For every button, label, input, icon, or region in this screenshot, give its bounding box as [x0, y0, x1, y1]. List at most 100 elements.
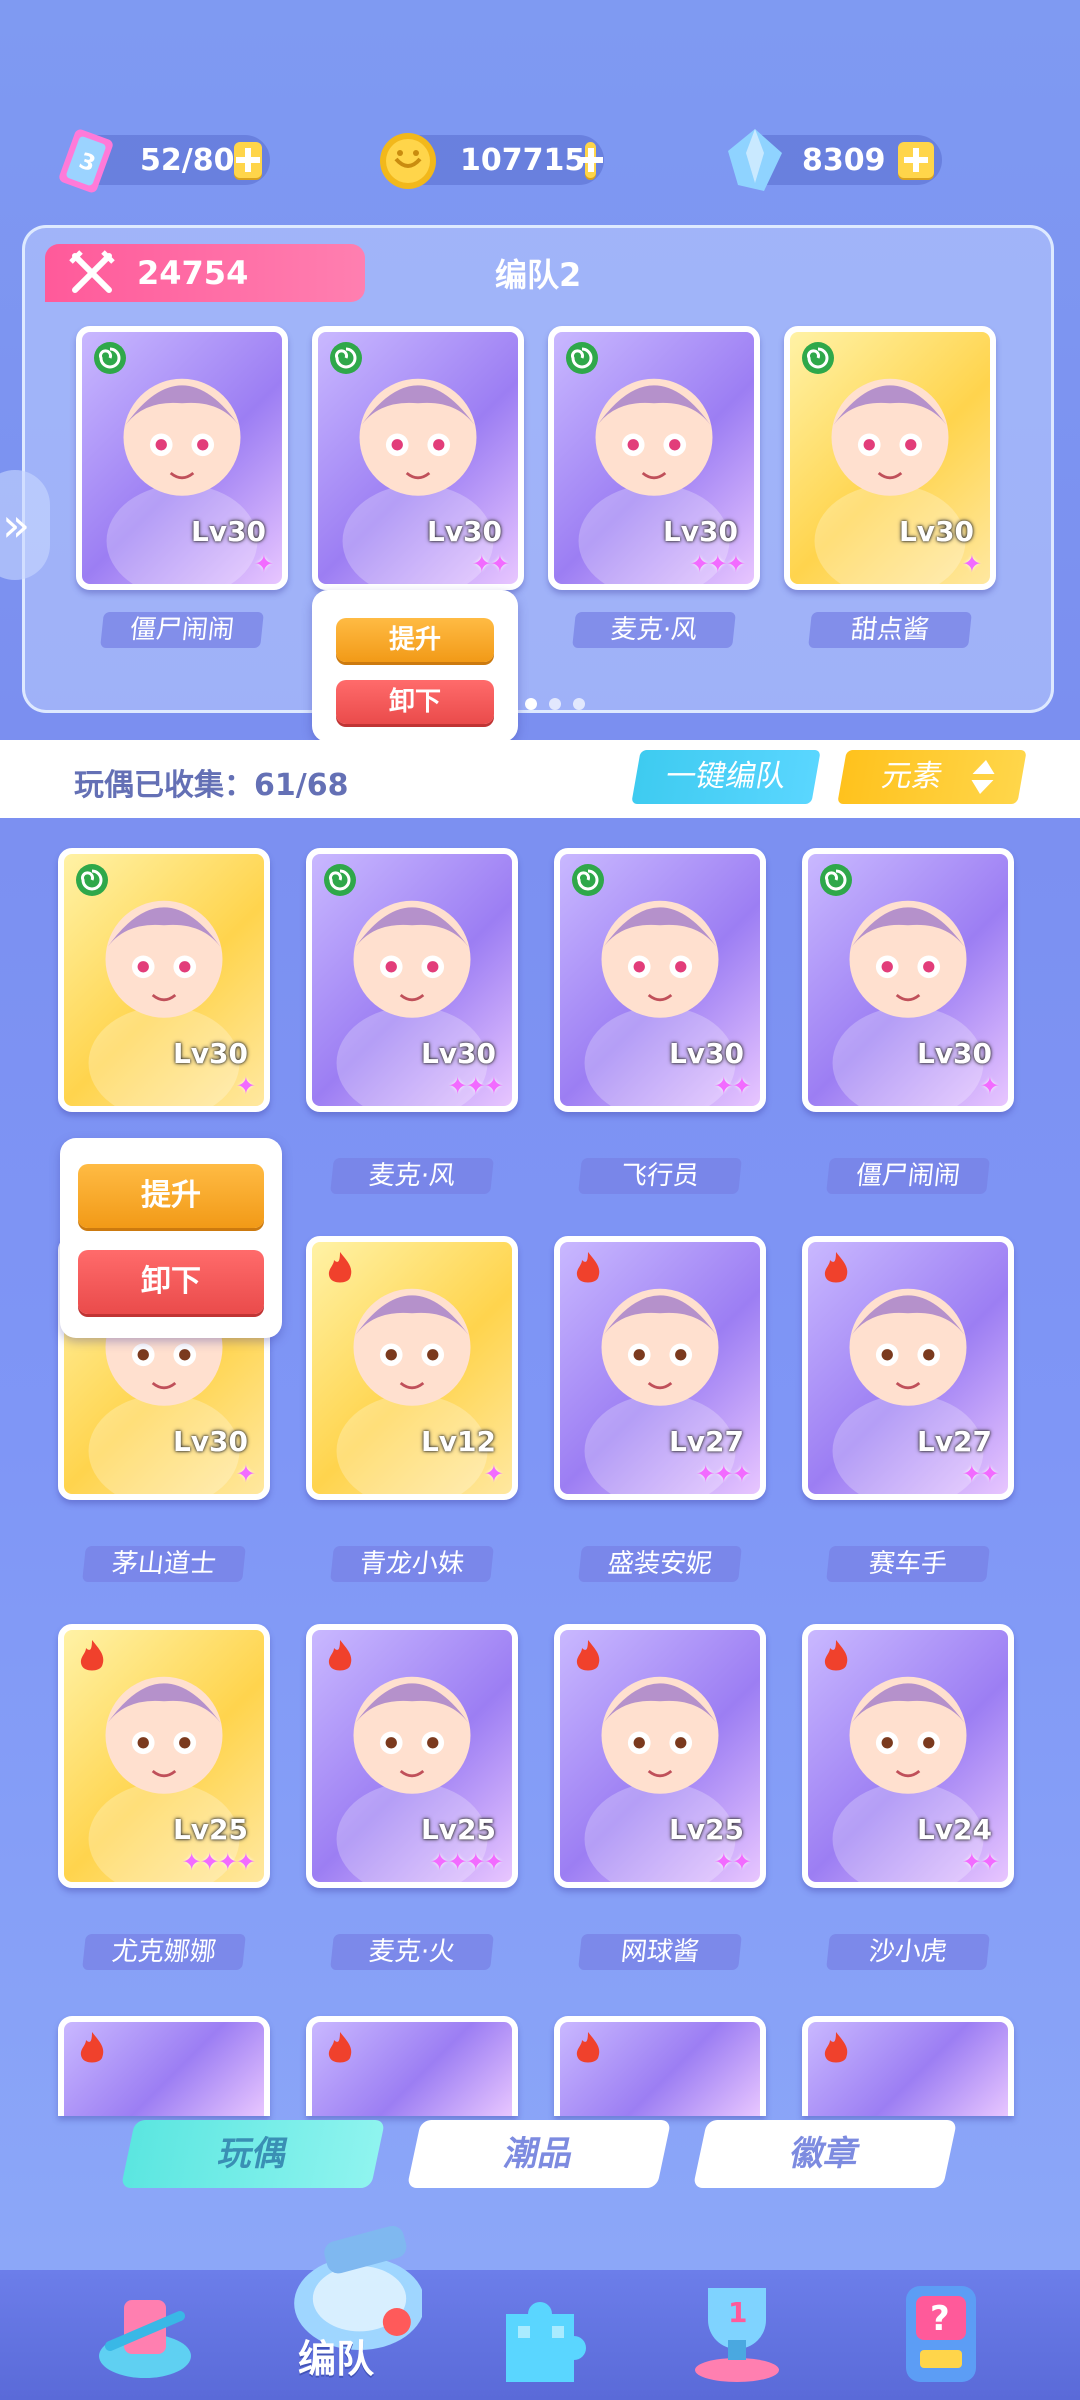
level-label: Lv27 — [668, 1425, 744, 1458]
character-name: 网球酱 — [578, 1934, 742, 1970]
character-card[interactable]: Lv30 ✦ — [76, 326, 288, 590]
diamond-value: 8309 — [802, 142, 886, 178]
level-label: Lv30 — [420, 1037, 496, 1070]
svg-text:?: ? — [930, 2299, 950, 2339]
fire-element-icon — [824, 1640, 848, 1671]
character-card[interactable]: Lv27 ✦✦ — [802, 1236, 1014, 1500]
character-card[interactable]: Lv30 ✦✦ — [312, 326, 524, 590]
character-name: 僵尸闹闹 — [826, 1158, 990, 1194]
fire-element-icon — [824, 1252, 848, 1283]
level-label: Lv30 — [662, 515, 738, 548]
page-indicator — [525, 698, 585, 710]
puzzle-icon[interactable] — [476, 2274, 606, 2394]
level-label: Lv30 — [190, 515, 266, 548]
star-rating: ✦ — [253, 550, 274, 578]
diamond-icon — [728, 129, 782, 191]
add-coin-button[interactable] — [585, 142, 596, 178]
nav-team-label[interactable]: 编队 — [298, 2328, 374, 2383]
team-name[interactable]: 编队2 — [495, 250, 581, 296]
tab-trendy[interactable]: 潮品 — [406, 2120, 672, 2188]
swords-icon — [69, 250, 115, 293]
character-card[interactable]: Lv25 ✦✦✦✦ — [306, 1624, 518, 1888]
character-card[interactable]: Lv30 ✦ — [58, 848, 270, 1112]
character-card[interactable]: Lv27 ✦✦✦ — [554, 1236, 766, 1500]
element-filter-button[interactable]: 元素 — [837, 750, 1027, 804]
character-name: 青龙小妹 — [330, 1546, 494, 1582]
star-rating: ✦ — [235, 1072, 256, 1100]
star-rating: ✦✦ — [961, 1848, 1000, 1876]
wind-element-icon — [94, 342, 126, 374]
gacha-icon[interactable] — [80, 2276, 210, 2396]
character-name: 赛车手 — [826, 1546, 990, 1582]
level-label: Lv30 — [172, 1425, 248, 1458]
star-rating: ✦ — [961, 550, 982, 578]
fire-element-icon — [328, 1640, 352, 1671]
character-card[interactable]: Lv25 ✦✦✦✦ — [58, 1624, 270, 1888]
expand-arrow-button[interactable] — [0, 470, 50, 580]
star-rating: ✦✦✦✦ — [181, 1848, 256, 1876]
wind-element-icon — [566, 342, 598, 374]
tab-badges[interactable]: 徽章 — [692, 2120, 958, 2188]
grid-card-popup: 提升 卸下 — [60, 1138, 282, 1338]
team-power-value: 24754 — [137, 254, 249, 292]
level-label: Lv12 — [420, 1425, 496, 1458]
character-card[interactable]: Lv24 ✦✦ — [802, 1624, 1014, 1888]
auto-team-button[interactable]: 一键编队 — [631, 750, 821, 804]
character-name: 麦克·火 — [330, 1934, 494, 1970]
star-rating: ✦✦✦✦ — [429, 1848, 504, 1876]
character-card[interactable]: Lv30 ✦✦ — [554, 848, 766, 1112]
fire-icon — [328, 2032, 352, 2063]
coin-value: 107715 — [460, 142, 586, 178]
star-rating: ✦✦ — [713, 1072, 752, 1100]
character-card[interactable]: Lv30 ✦✦✦ — [548, 326, 760, 590]
team-power-badge: 24754 — [45, 244, 365, 302]
add-diamond-button[interactable] — [898, 142, 934, 178]
level-label: Lv27 — [916, 1425, 992, 1458]
ticket-icon: 3 — [59, 129, 113, 193]
trophy-icon[interactable]: 1 — [672, 2266, 802, 2386]
add-ticket-button[interactable] — [234, 142, 262, 178]
svg-text:1: 1 — [728, 2296, 747, 2329]
upgrade-button[interactable]: 提升 — [336, 618, 494, 662]
character-name: 僵尸闹闹 — [100, 612, 264, 648]
star-rating: ✦✦ — [713, 1848, 752, 1876]
tab-dolls[interactable]: 玩偶 — [120, 2120, 386, 2188]
grid-remove-button[interactable]: 卸下 — [78, 1250, 264, 1314]
wind-element-icon — [330, 342, 362, 374]
character-card[interactable]: Lv30 ✦✦✦ — [306, 848, 518, 1112]
level-label: Lv24 — [916, 1813, 992, 1846]
character-card[interactable] — [58, 2016, 270, 2116]
level-label: Lv30 — [668, 1037, 744, 1070]
level-label: Lv25 — [668, 1813, 744, 1846]
team-member-popup: 提升 卸下 — [312, 590, 518, 742]
level-label: Lv25 — [420, 1813, 496, 1846]
sort-icon — [971, 760, 995, 794]
coin-icon — [380, 133, 436, 189]
element-filter-label: 元素 — [879, 759, 946, 794]
character-card[interactable] — [802, 2016, 1014, 2116]
grid-upgrade-button[interactable]: 提升 — [78, 1164, 264, 1228]
character-name: 飞行员 — [578, 1158, 742, 1194]
wind-element-icon — [572, 864, 604, 896]
wind-element-icon — [802, 342, 834, 374]
star-rating: ✦✦ — [471, 550, 510, 578]
star-rating: ✦ — [979, 1072, 1000, 1100]
character-name: 尤克娜娜 — [82, 1934, 246, 1970]
character-card[interactable]: Lv25 ✦✦ — [554, 1624, 766, 1888]
collected-count: 玩偶已收集：61/68 — [74, 768, 349, 803]
remove-button[interactable]: 卸下 — [336, 680, 494, 724]
character-card[interactable]: Lv12 ✦ — [306, 1236, 518, 1500]
coin-counter: 107715 — [380, 133, 604, 189]
star-rating: ✦ — [235, 1460, 256, 1488]
character-card[interactable]: Lv30 ✦ — [784, 326, 996, 590]
character-card[interactable]: Lv30 ✦ — [802, 848, 1014, 1112]
level-label: Lv30 — [426, 515, 502, 548]
mystery-box-icon[interactable]: ? — [876, 2270, 1006, 2390]
star-rating: ✦ — [483, 1460, 504, 1488]
character-name: 茅山道士 — [82, 1546, 246, 1582]
bottom-nav: 1 ? — [0, 2225, 1080, 2400]
character-card[interactable] — [554, 2016, 766, 2116]
star-rating: ✦✦ — [961, 1460, 1000, 1488]
character-card[interactable] — [306, 2016, 518, 2116]
star-rating: ✦✦✦ — [695, 1460, 752, 1488]
